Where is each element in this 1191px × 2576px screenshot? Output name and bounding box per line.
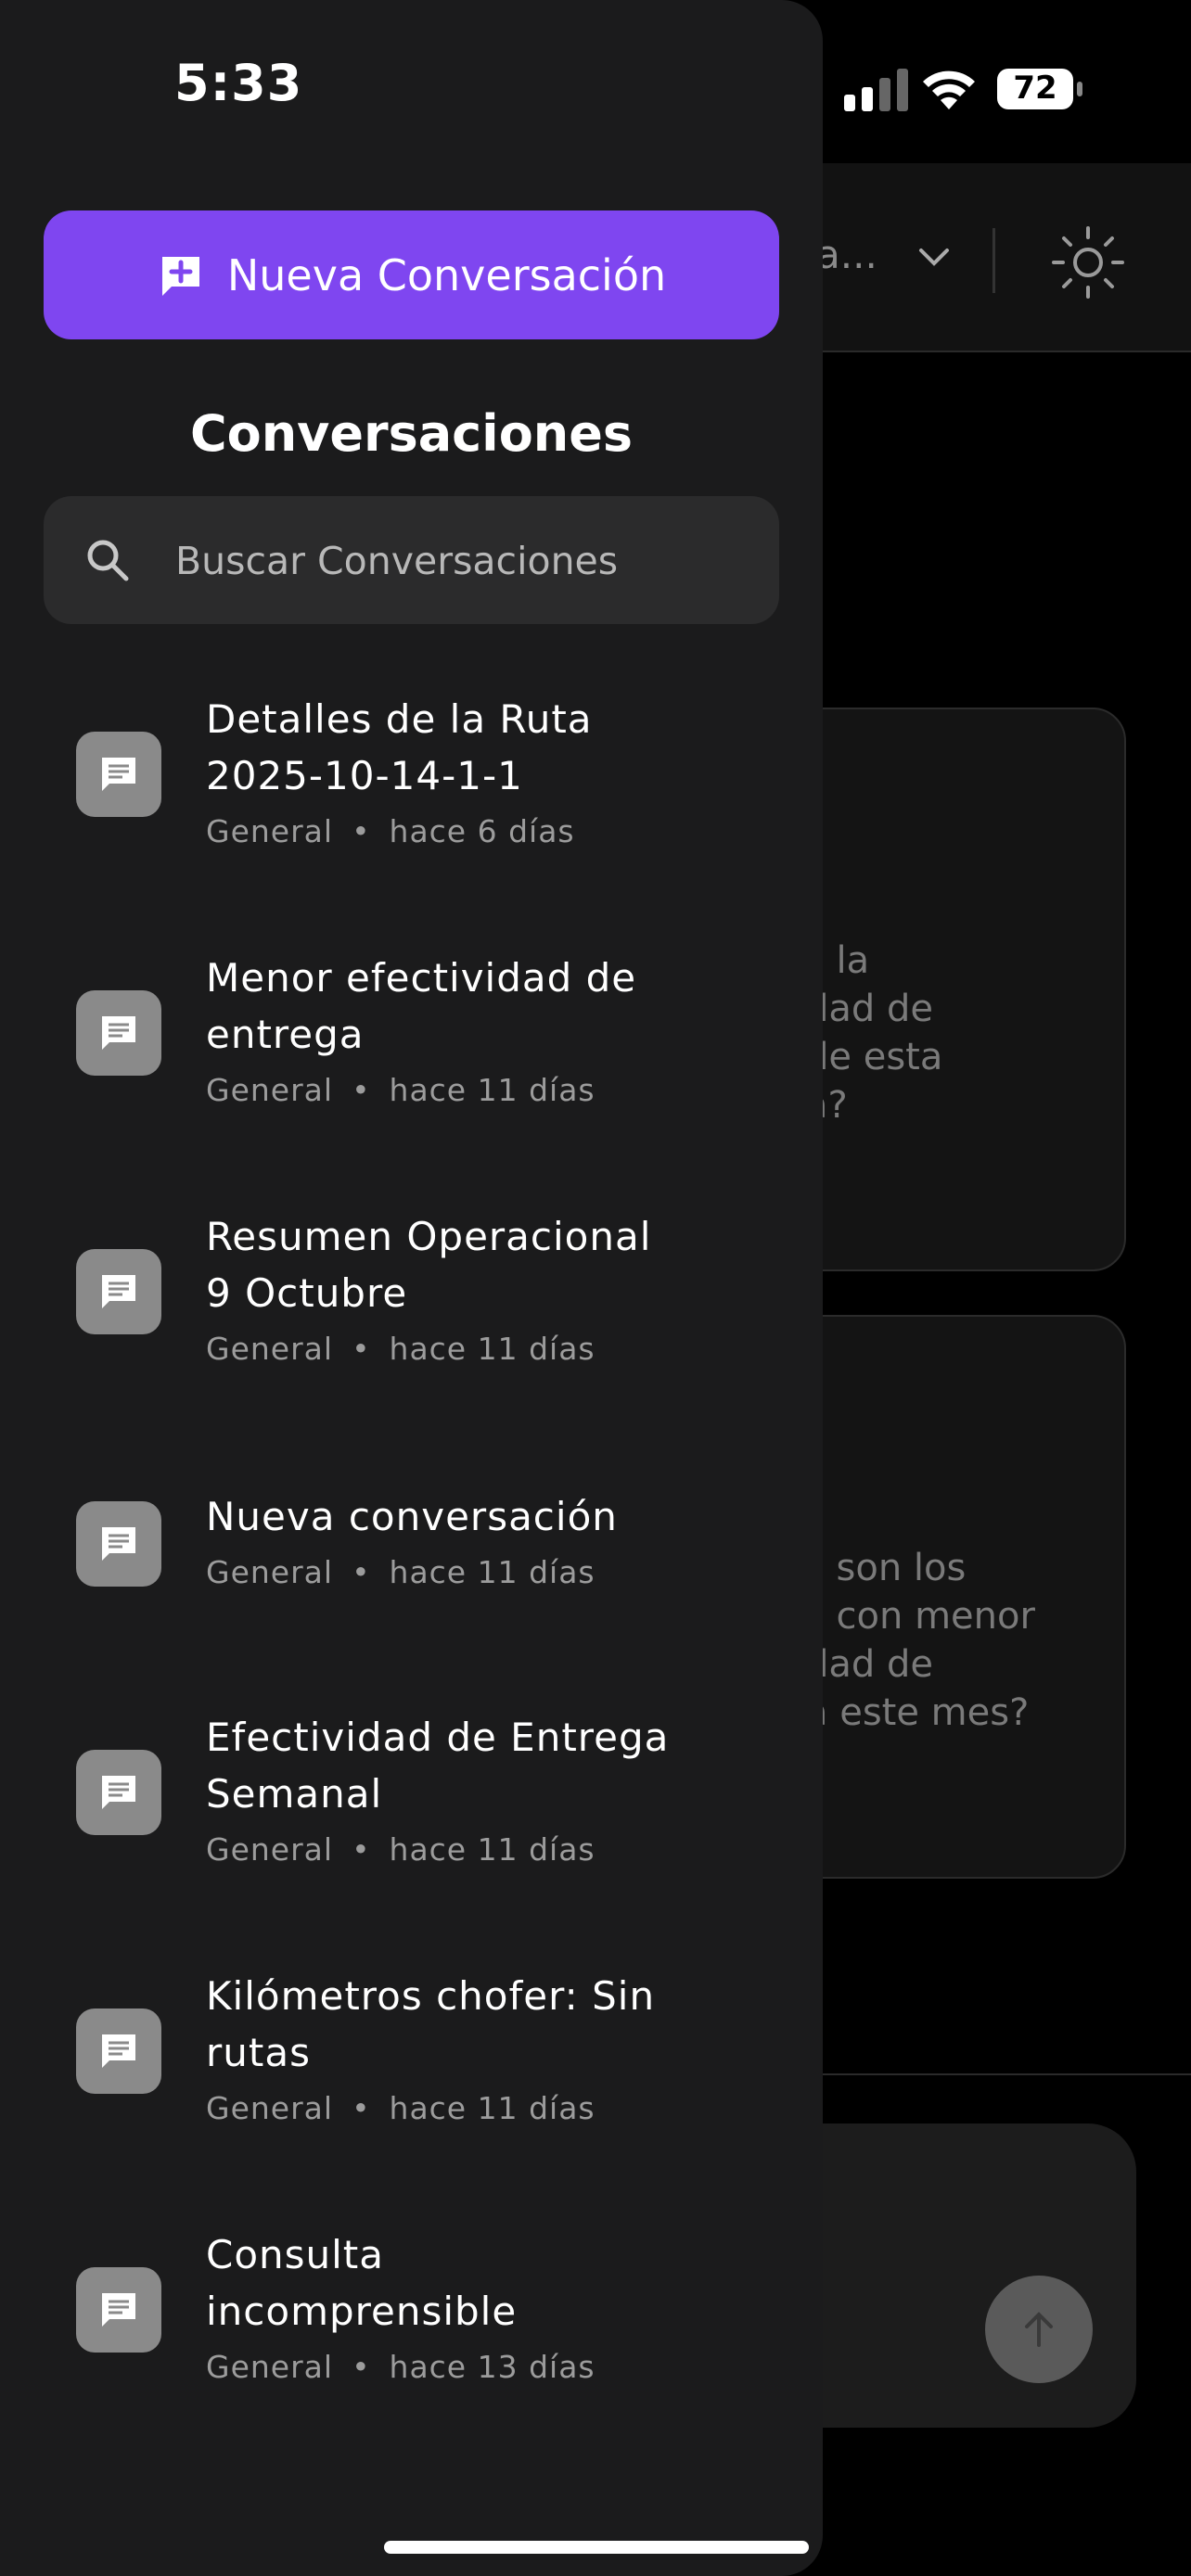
- chat-icon: [76, 2267, 161, 2353]
- conversation-meta: General • hace 13 días: [206, 2349, 596, 2385]
- conversation-title: Kilómetros chofer: Sin rutas: [206, 1973, 656, 2075]
- conversation-title: Efectividad de Entrega Semanal: [206, 1715, 670, 1817]
- model-selector[interactable]: a...: [816, 232, 877, 277]
- conversations-heading: Conversaciones: [189, 404, 634, 463]
- conversation-title: Nueva conversación: [206, 1494, 618, 1539]
- conversation-meta: General • hace 11 días: [206, 1554, 596, 1590]
- wifi-icon: [923, 70, 975, 109]
- search-input[interactable]: [173, 496, 752, 626]
- conversation-title: Detalles de la Ruta 2025-10-14-1-1: [206, 696, 593, 798]
- battery-level: 72: [1013, 70, 1057, 107]
- conversation-item[interactable]: Consulta incomprensible General • hace 13 …: [0, 2226, 823, 2393]
- chat-icon: [76, 990, 161, 1076]
- suggestion-card-text: s son los s con menor dad de a este mes?: [805, 1547, 1035, 1734]
- status-time: 5:33: [174, 54, 303, 112]
- conversation-title: Consulta incomprensible: [206, 2232, 518, 2334]
- conversations-drawer: 5:33 Nueva Conversación Conversaciones D…: [0, 0, 823, 2576]
- message-input[interactable]: [770, 2123, 1136, 2428]
- conversation-meta: General • hace 11 días: [206, 1831, 596, 1868]
- conversation-title: Menor efectividad de entrega: [206, 955, 637, 1057]
- conversation-item[interactable]: Kilómetros chofer: Sin rutas General • hac…: [0, 1968, 823, 2135]
- conversation-item[interactable]: Detalles de la Ruta 2025-10-14-1-1 Gener…: [0, 691, 823, 858]
- conversation-meta: General • hace 11 días: [206, 2090, 596, 2126]
- conversation-meta: General • hace 11 días: [206, 1331, 596, 1367]
- search-bar[interactable]: [44, 496, 779, 626]
- arrow-up-icon: [1025, 2312, 1053, 2347]
- new-conversation-button[interactable]: Nueva Conversación: [44, 210, 779, 339]
- chat-icon: [76, 1501, 161, 1587]
- search-icon: [87, 540, 129, 581]
- conversation-meta: General • hace 6 días: [206, 813, 575, 849]
- status-indicators: 72: [839, 63, 1090, 113]
- conversation-item[interactable]: Nueva conversación General • hace 11 días: [0, 1488, 823, 1600]
- suggestion-card-text: s la dad de de esta a?: [805, 939, 943, 1127]
- chat-icon: [76, 1249, 161, 1334]
- conversation-item[interactable]: Menor efectividad de entrega General • hac…: [0, 950, 823, 1116]
- conversation-item[interactable]: Efectividad de Entrega Semanal General • h…: [0, 1709, 823, 1876]
- new-conversation-label: Nueva Conversación: [226, 249, 667, 300]
- chevron-down-icon[interactable]: [914, 243, 954, 271]
- conversation-title: Resumen Operacional 9 Octubre: [206, 1214, 652, 1316]
- send-button[interactable]: [985, 2276, 1093, 2383]
- chat-icon: [76, 2009, 161, 2094]
- conversation-item[interactable]: Resumen Operacional 9 Octubre General • ha…: [0, 1208, 823, 1375]
- header-divider: [992, 228, 995, 293]
- home-indicator[interactable]: [384, 2541, 809, 2554]
- conversation-meta: General • hace 11 días: [206, 1072, 596, 1108]
- add-chat-icon: [161, 256, 199, 296]
- cellular-signal-icon: [844, 69, 908, 111]
- chat-icon: [76, 1750, 161, 1835]
- chat-icon: [76, 732, 161, 817]
- divider: [816, 2073, 1191, 2075]
- sun-icon[interactable]: [1050, 224, 1126, 300]
